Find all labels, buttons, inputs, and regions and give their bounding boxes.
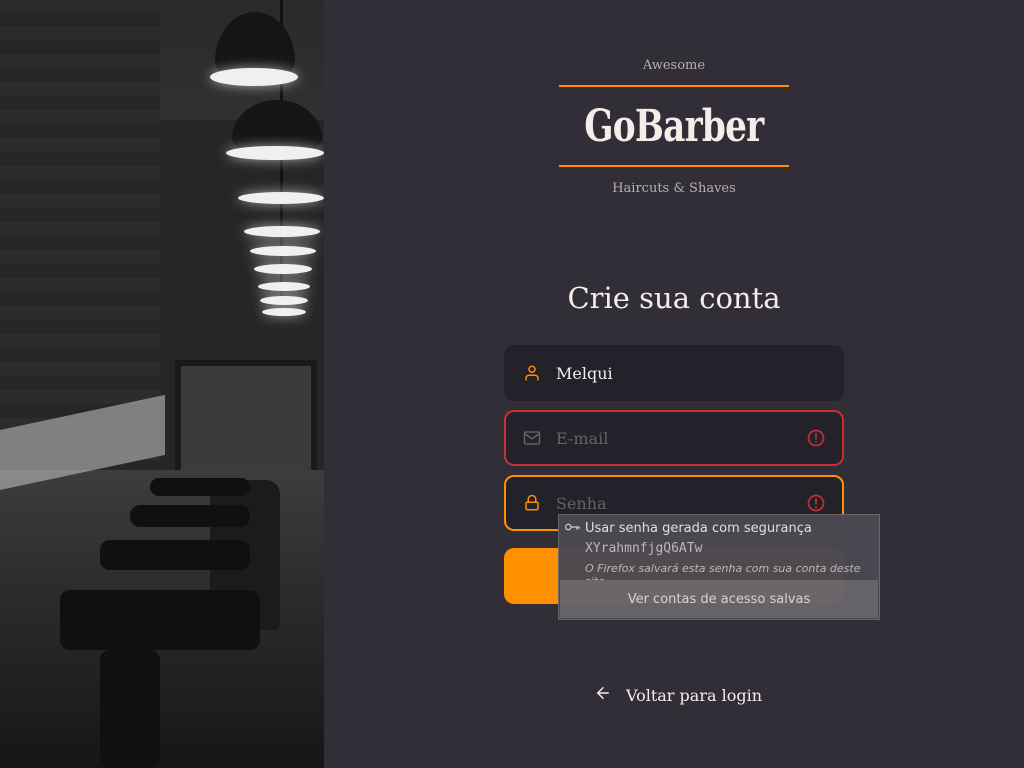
logo-tagline: Haircuts & Shaves [612, 181, 736, 196]
alert-circle-icon [806, 493, 826, 513]
generated-password: XYrahmnfjgQ6ATw [585, 541, 703, 556]
logo-top-text: Awesome [642, 58, 706, 73]
mail-icon [522, 428, 542, 448]
name-field[interactable]: Melqui [504, 345, 844, 401]
view-saved-logins-button[interactable]: Ver contas de acesso salvas [560, 580, 878, 618]
back-to-login-label: Voltar para login [626, 685, 763, 705]
password-suggestion-popup: Usar senha gerada com segurança XYrahmnf… [558, 514, 880, 620]
use-generated-password-label: Usar senha gerada com segurança [585, 521, 812, 536]
email-placeholder: E-mail [556, 428, 609, 448]
name-input-value: Melqui [556, 363, 613, 383]
barbershop-photo [0, 0, 324, 768]
key-icon [565, 521, 581, 536]
lock-icon [522, 493, 542, 513]
password-placeholder: Senha [556, 493, 607, 513]
back-to-login-link[interactable]: Voltar para login [594, 684, 762, 706]
gobarber-logo: Awesome GoBarber Haircuts & Shaves [558, 58, 790, 196]
use-generated-password-item[interactable]: Usar senha gerada com segurança [565, 521, 812, 536]
page-title: Crie sua conta [567, 281, 781, 315]
arrow-left-icon [594, 684, 612, 706]
logo-brand-name: GoBarber [584, 100, 764, 152]
alert-circle-icon [806, 428, 826, 448]
user-icon [522, 363, 542, 383]
email-field[interactable]: E-mail [504, 410, 844, 466]
